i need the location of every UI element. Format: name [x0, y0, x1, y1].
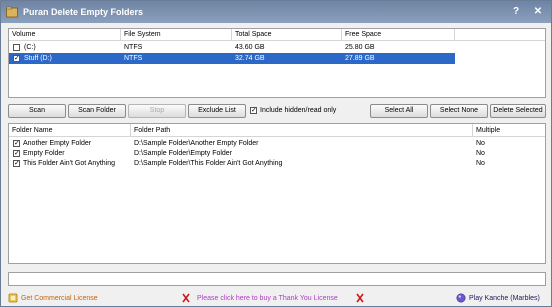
scan-button[interactable]: Scan: [8, 104, 66, 118]
volume-name: Stuff (D:): [24, 55, 52, 62]
volume-total-space: 32.74 GB: [235, 55, 265, 62]
folder-table[interactable]: Folder Name Folder Path Multiple ✓ Anoth…: [8, 123, 546, 264]
stop-button[interactable]: Stop: [128, 104, 186, 118]
select-all-button[interactable]: Select All: [370, 104, 428, 118]
include-hidden-label: Include hidden/read only: [260, 107, 337, 114]
column-header-multiple[interactable]: Multiple: [473, 124, 545, 137]
folder-multiple: No: [476, 140, 485, 147]
help-button[interactable]: ?: [509, 5, 523, 19]
window-title: Puran Delete Empty Folders: [23, 7, 144, 17]
ribbon-icon: [182, 293, 190, 303]
volume-file-system: NTFS: [124, 55, 143, 62]
volume-free-space: 27.89 GB: [345, 55, 375, 62]
column-header-free-space[interactable]: Free Space: [342, 29, 455, 41]
folder-row[interactable]: ✓ Another Empty Folder D:\Sample Folder\…: [9, 139, 545, 149]
folder-row[interactable]: ✓ Empty Folder D:\Sample Folder\Empty Fo…: [9, 149, 545, 159]
volume-free-space: 25.80 GB: [345, 44, 375, 51]
volume-checkbox-checked[interactable]: ✓: [13, 55, 20, 62]
thank-you-license-link[interactable]: Please click here to buy a Thank You Lic…: [197, 292, 338, 305]
folder-name: This Folder Ain't Got Anything: [23, 160, 115, 167]
volume-table[interactable]: Volume File System Total Space Free Spac…: [8, 28, 546, 98]
column-header-folder-path[interactable]: Folder Path: [131, 124, 473, 137]
folder-path: D:\Sample Folder\Another Empty Folder: [134, 140, 259, 147]
folder-name: Empty Folder: [23, 150, 65, 157]
status-field: [8, 272, 546, 286]
license-key-icon: [8, 293, 18, 303]
folder-checkbox-checked[interactable]: ✓: [13, 160, 20, 167]
folder-path: D:\Sample Folder\Empty Folder: [134, 150, 233, 157]
ribbon-icon: [356, 293, 364, 303]
select-none-button[interactable]: Select None: [430, 104, 488, 118]
volume-table-header: Volume File System Total Space Free Spac…: [9, 29, 545, 41]
volume-name: (C:): [24, 44, 36, 51]
volume-row[interactable]: (C:) NTFS 43.60 GB 25.80 GB: [9, 42, 455, 53]
folder-path: D:\Sample Folder\This Folder Ain't Got A…: [134, 160, 283, 167]
folder-checkbox-checked[interactable]: ✓: [13, 140, 20, 147]
volume-row-selected[interactable]: ✓ Stuff (D:) NTFS 32.74 GB 27.89 GB: [9, 53, 455, 64]
title-bar[interactable]: Puran Delete Empty Folders ? ✕: [1, 1, 551, 23]
footer-bar: Get Commercial License Please click here…: [1, 291, 551, 306]
close-button[interactable]: ✕: [531, 5, 545, 19]
delete-selected-button[interactable]: Delete Selected: [490, 104, 546, 118]
exclude-list-button[interactable]: Exclude List: [188, 104, 246, 118]
column-header-file-system[interactable]: File System: [121, 29, 232, 41]
volume-checkbox[interactable]: [13, 44, 20, 51]
column-header-volume[interactable]: Volume: [9, 29, 121, 41]
include-hidden-checkbox[interactable]: ✓: [250, 107, 257, 114]
app-window: Puran Delete Empty Folders ? ✕ Volume Fi…: [0, 0, 552, 307]
folder-row[interactable]: ✓ This Folder Ain't Got Anything D:\Samp…: [9, 159, 545, 169]
column-header-total-space[interactable]: Total Space: [232, 29, 342, 41]
volume-file-system: NTFS: [124, 44, 143, 51]
folder-table-header: Folder Name Folder Path Multiple: [9, 124, 545, 137]
folder-checkbox-checked[interactable]: ✓: [13, 150, 20, 157]
app-logo-icon: [6, 6, 18, 18]
folder-name: Another Empty Folder: [23, 140, 92, 147]
folder-multiple: No: [476, 160, 485, 167]
get-commercial-license-link[interactable]: Get Commercial License: [21, 292, 98, 305]
volume-total-space: 43.60 GB: [235, 44, 265, 51]
play-kanche-link[interactable]: Play Kanche (Marbles): [469, 292, 540, 305]
scan-folder-button[interactable]: Scan Folder: [68, 104, 126, 118]
folder-multiple: No: [476, 150, 485, 157]
marbles-icon: [456, 293, 466, 303]
column-header-folder-name[interactable]: Folder Name: [9, 124, 131, 137]
